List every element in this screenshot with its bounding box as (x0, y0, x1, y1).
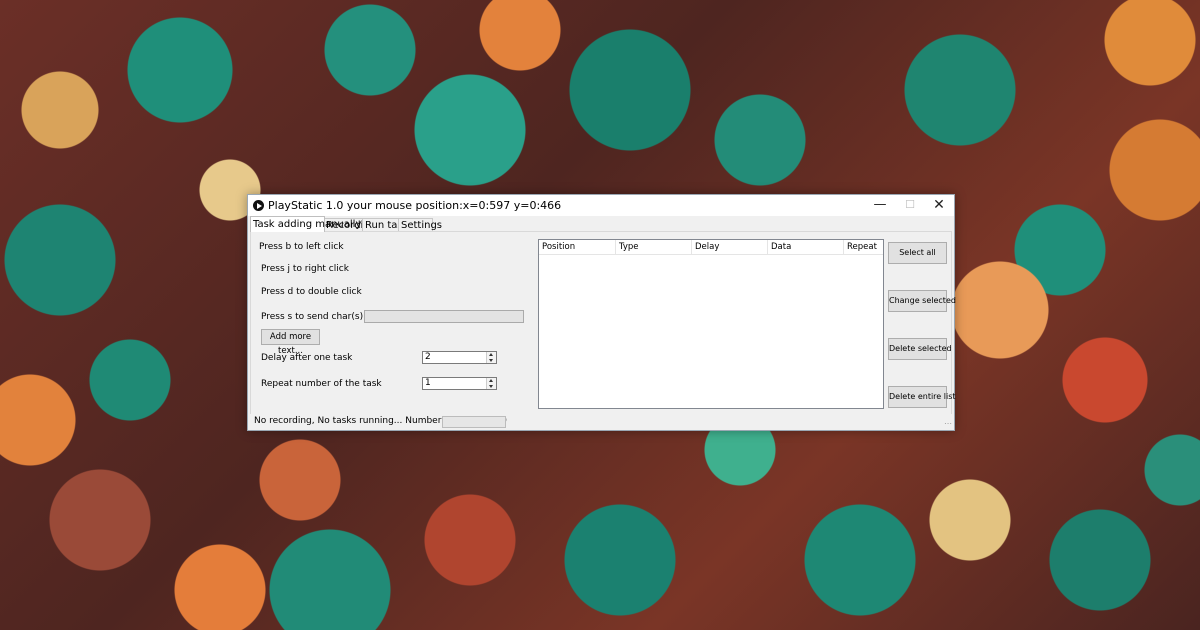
change-selected-button[interactable]: Change selected (888, 290, 956, 312)
left-click-label: Press b to left click (259, 242, 344, 252)
right-click-label: Press j to right click (261, 264, 349, 274)
tab-settings[interactable]: Settings (398, 218, 442, 232)
arrow-up-icon[interactable] (489, 379, 493, 382)
delete-selected-button[interactable]: Delete selected (888, 338, 952, 360)
window-title: PlayStatic 1.0 your mouse position:x=0:5… (268, 199, 562, 212)
task-list-header: Position Type Delay Data Repeat (539, 240, 883, 255)
minimize-icon: — (873, 197, 887, 212)
maximize-icon: ☐ (905, 198, 915, 211)
arrow-down-icon[interactable] (489, 385, 493, 388)
status-bar: No recording, No tasks running... Number… (248, 414, 954, 430)
delay-stepper-arrows[interactable] (486, 352, 496, 363)
repeat-value: 1 (425, 378, 431, 388)
title-bar[interactable]: PlayStatic 1.0 your mouse position:x=0:5… (248, 195, 954, 216)
delay-value: 2 (425, 352, 431, 362)
delay-label: Delay after one task (261, 353, 353, 363)
task-list[interactable]: Position Type Delay Data Repeat (538, 239, 884, 409)
add-more-text-button[interactable]: Add more text... (261, 329, 320, 356)
column-header-position[interactable]: Position (539, 240, 616, 254)
minimize-button[interactable]: — (865, 195, 895, 216)
repeat-stepper[interactable]: 1 (422, 377, 497, 390)
playstatic-window: PlayStatic 1.0 your mouse position:x=0:5… (247, 194, 956, 431)
status-progress-bar (442, 416, 506, 428)
repeat-label: Repeat number of the task (261, 379, 382, 389)
play-circle-icon (253, 200, 264, 211)
column-header-data[interactable]: Data (768, 240, 844, 254)
arrow-up-icon[interactable] (489, 353, 493, 356)
delete-entire-list-button[interactable]: Delete entire list (888, 386, 956, 408)
close-button[interactable]: ✕ (924, 195, 954, 216)
column-header-repeat[interactable]: Repeat (844, 240, 883, 254)
resize-grip-icon[interactable]: ⋯ (944, 419, 952, 428)
tab-task-adding-manually[interactable]: Task adding manually (250, 216, 361, 232)
double-click-label: Press d to double click (261, 287, 362, 297)
tab-run-tasks[interactable]: Run tasks (362, 218, 414, 232)
close-icon: ✕ (933, 197, 945, 213)
arrow-down-icon[interactable] (489, 359, 493, 362)
maximize-button[interactable]: ☐ (895, 195, 925, 216)
send-chars-input[interactable] (364, 310, 524, 323)
column-header-type[interactable]: Type (616, 240, 692, 254)
task-adding-panel: Press b to left click Press j to right c… (250, 231, 956, 415)
column-header-delay[interactable]: Delay (692, 240, 768, 254)
repeat-stepper-arrows[interactable] (486, 378, 496, 389)
select-all-button[interactable]: Select all (888, 242, 947, 264)
delay-stepper[interactable]: 2 (422, 351, 497, 364)
